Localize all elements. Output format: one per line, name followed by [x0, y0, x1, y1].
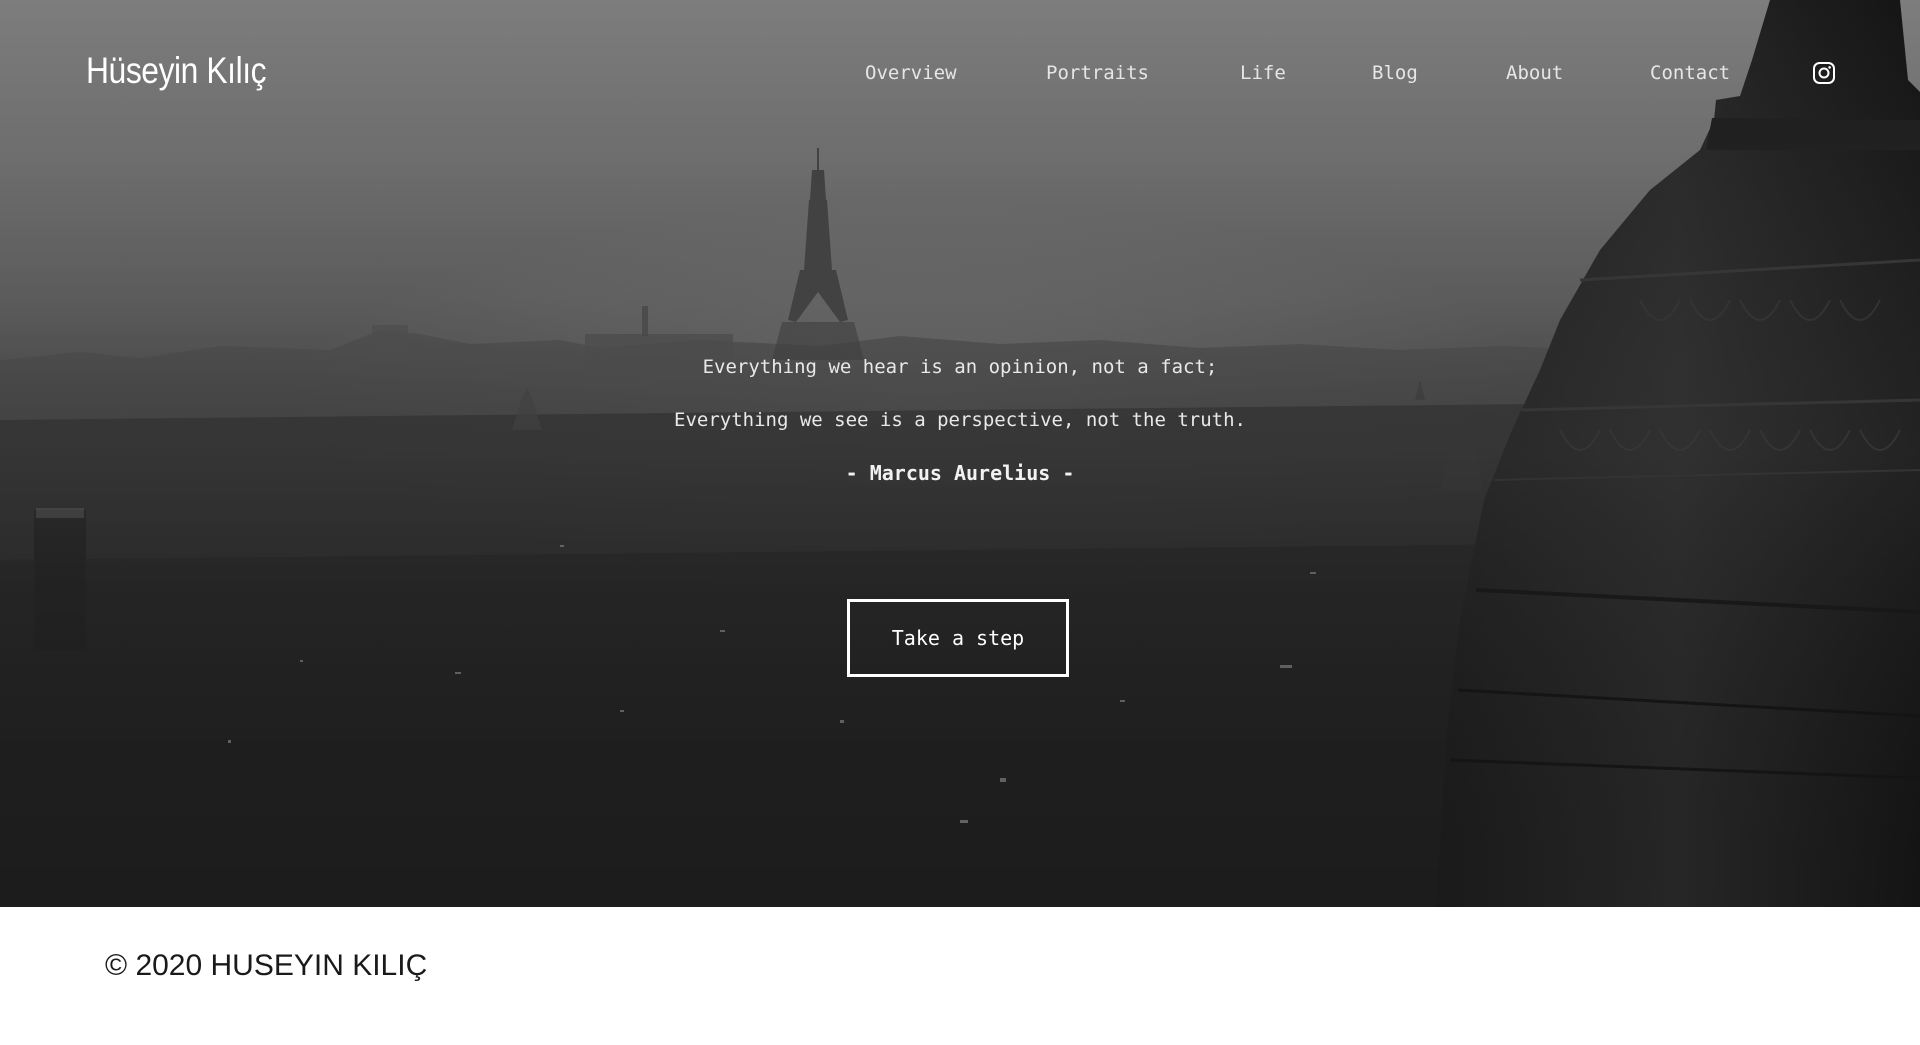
top-navigation-bar: Hüseyin Kılıç Overview Portraits Life Bl… — [0, 0, 1920, 150]
nav-item-overview[interactable]: Overview — [865, 62, 957, 84]
nav-item-life[interactable]: Life — [1240, 62, 1286, 84]
nav-item-about[interactable]: About — [1506, 62, 1563, 84]
site-brand-logo[interactable]: Hüseyin Kılıç — [86, 50, 267, 92]
nav-item-portraits[interactable]: Portraits — [1046, 62, 1149, 84]
nav-item-contact[interactable]: Contact — [1650, 62, 1730, 84]
nav-item-blog[interactable]: Blog — [1372, 62, 1418, 84]
quote-line-2: Everything we see is a perspective, not … — [674, 409, 1246, 431]
instagram-icon[interactable] — [1812, 61, 1836, 85]
footer: © 2020 HUSEYIN KILIÇ — [0, 907, 1920, 1045]
take-a-step-button[interactable]: Take a step — [847, 599, 1069, 677]
quote-line-1: Everything we hear is an opinion, not a … — [702, 356, 1218, 378]
copyright-text: © 2020 HUSEYIN KILIÇ — [105, 949, 428, 982]
quote-author: - Marcus Aurelius - — [845, 461, 1075, 485]
hero-section: Hüseyin Kılıç Overview Portraits Life Bl… — [0, 0, 1920, 907]
